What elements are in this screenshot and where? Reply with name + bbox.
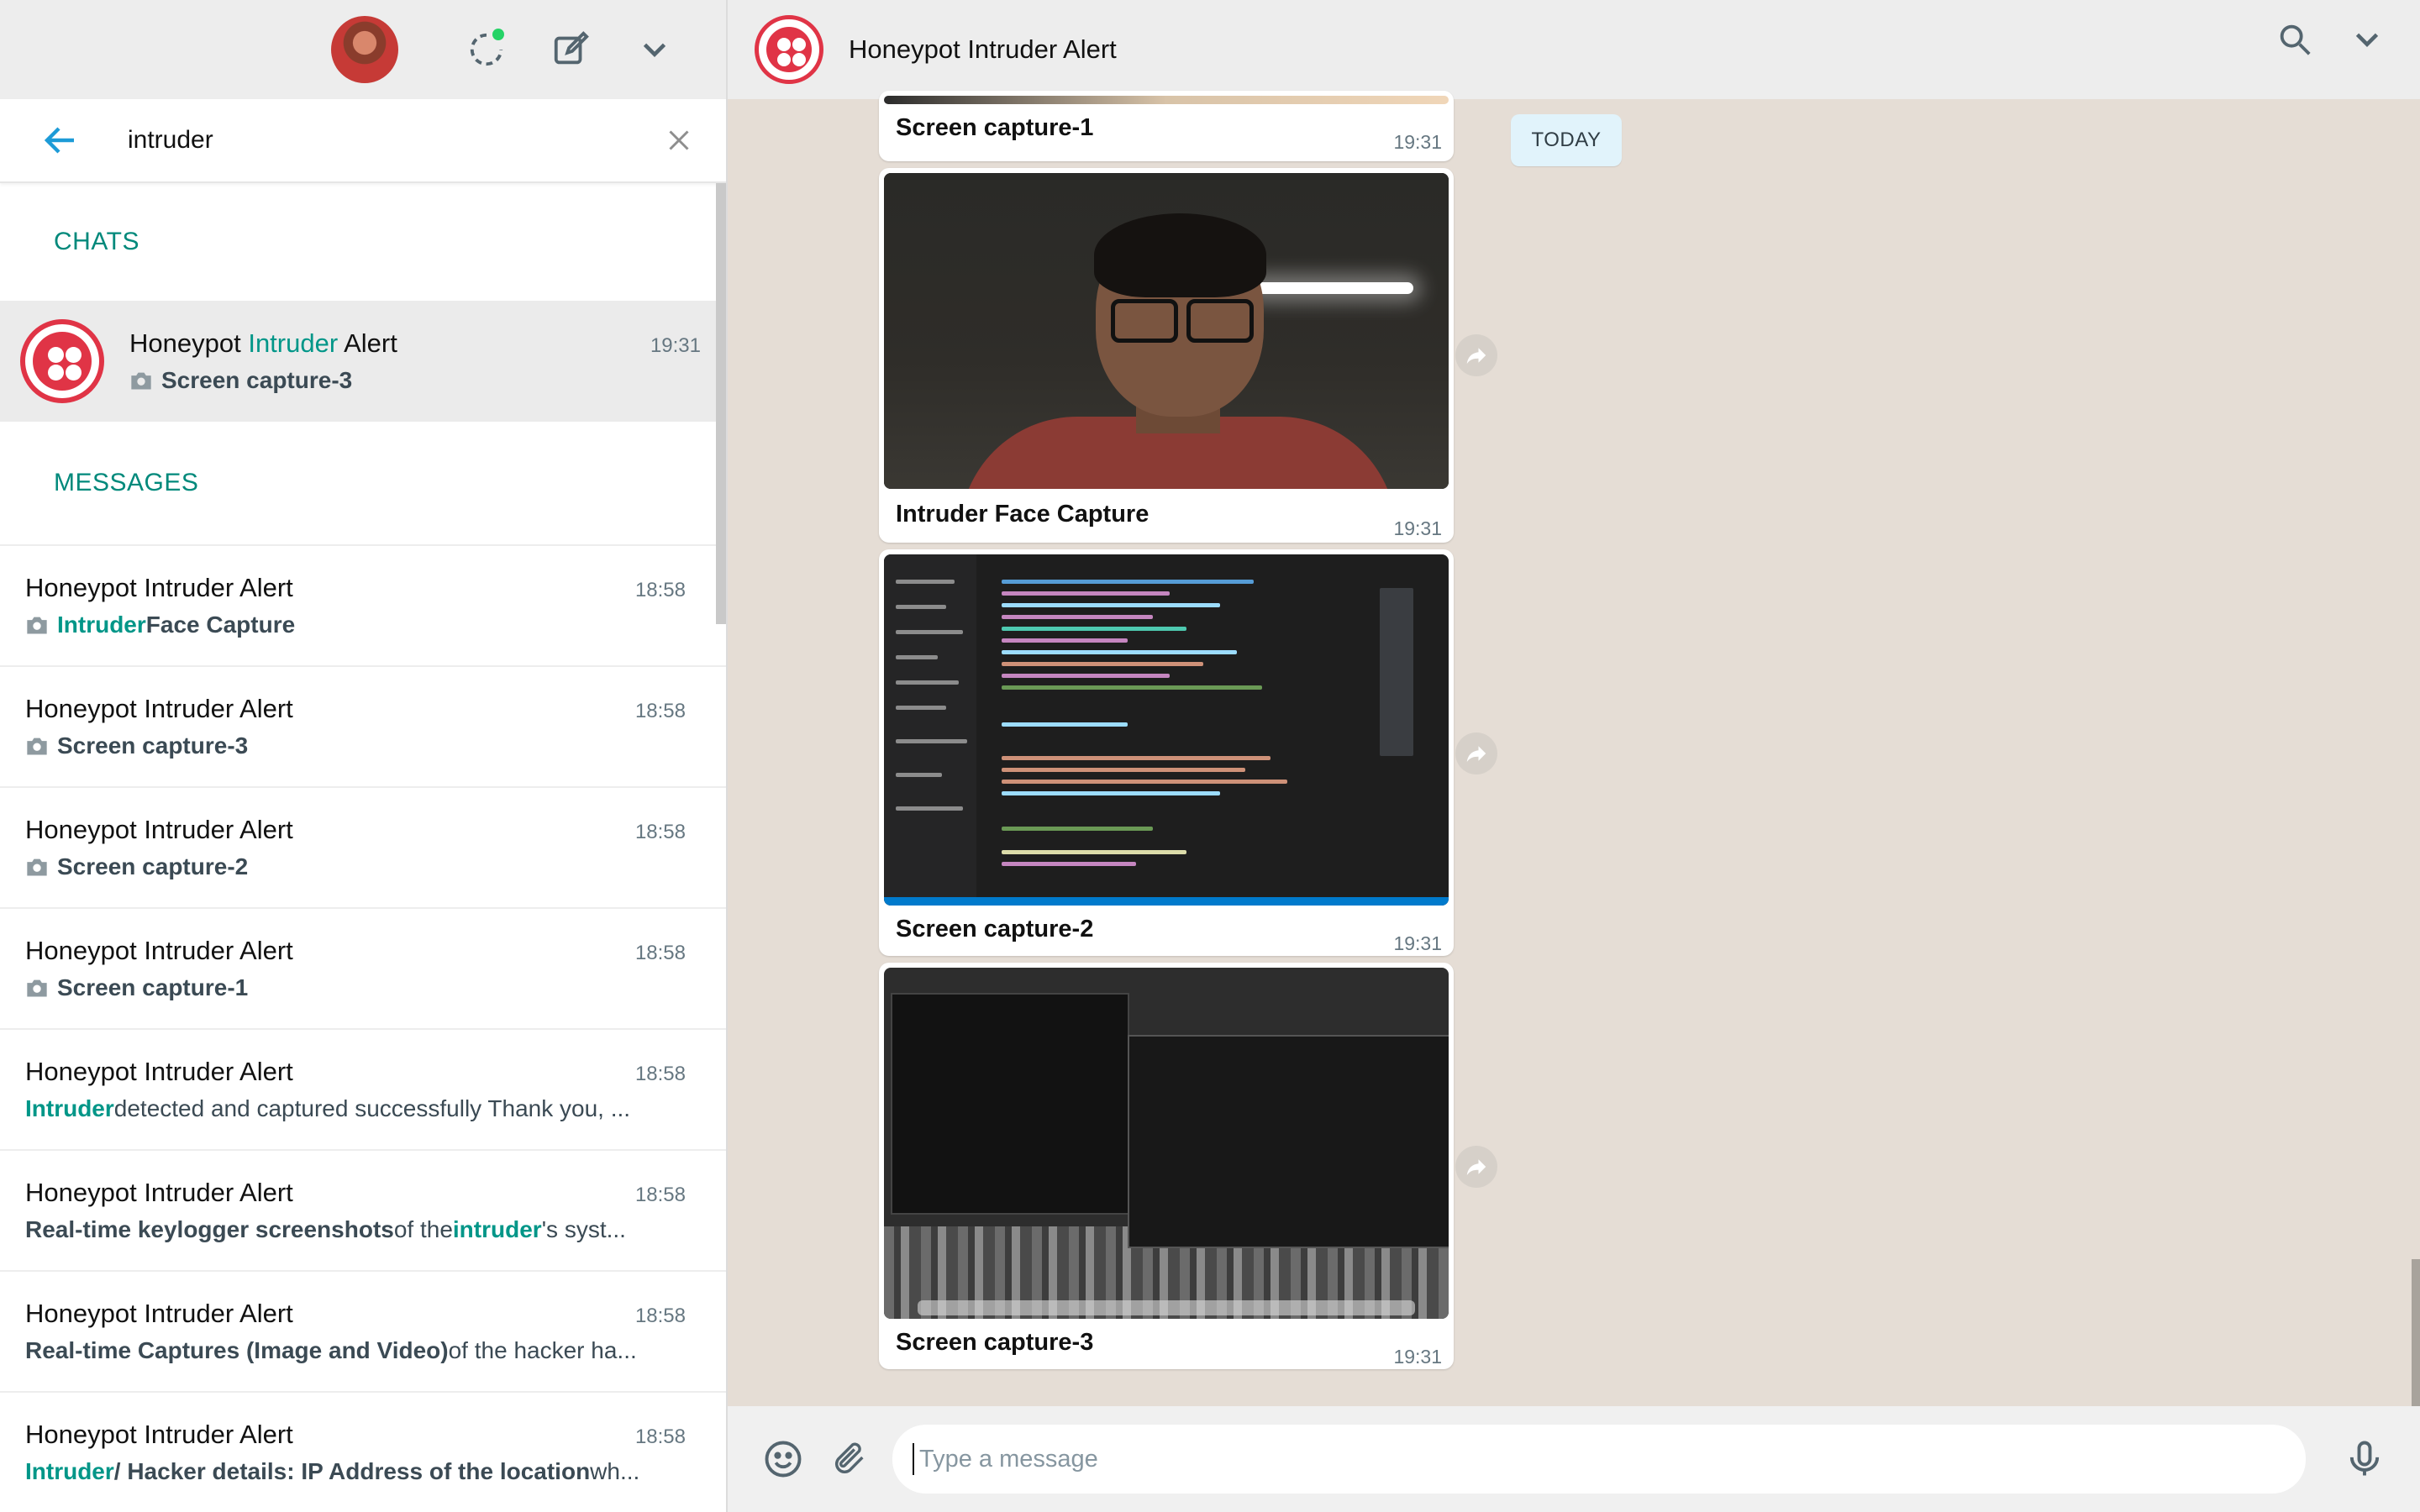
camera-icon	[27, 738, 47, 755]
message-result-name: Honeypot Intruder Alert	[25, 573, 293, 602]
twilio-logo-icon	[20, 319, 104, 403]
back-arrow-icon[interactable]	[40, 120, 81, 160]
conversation-header[interactable]: Honeypot Intruder Alert	[728, 0, 2420, 99]
message-area[interactable]: TODAY Screen capture-1 19:31 Intruder Fa…	[728, 91, 2420, 1406]
message-result-time: 18:58	[634, 1305, 686, 1327]
message-result-item[interactable]: Honeypot Intruder Alert 18:58 Real-time …	[0, 1151, 726, 1272]
message-result-snippet: Screen capture-3	[25, 732, 686, 759]
avatar[interactable]	[331, 16, 398, 83]
message-result-snippet: Intruder / Hacker details: IP Address of …	[25, 1458, 640, 1484]
message-result-name: Honeypot Intruder Alert	[25, 1420, 293, 1449]
message-input[interactable]: Type a message	[892, 1425, 2306, 1494]
section-title-chats: CHATS	[54, 228, 139, 255]
message-result-time: 18:58	[634, 821, 686, 843]
status-dot	[492, 29, 504, 40]
forward-icon[interactable]	[1455, 1146, 1497, 1188]
search-icon[interactable]	[2275, 20, 2314, 59]
camera-icon	[27, 617, 47, 634]
date-badge: TODAY	[1511, 114, 1622, 166]
image-thumbnail[interactable]	[884, 968, 1449, 1319]
sidebar-header	[0, 0, 726, 99]
close-icon[interactable]	[664, 125, 694, 155]
message-result-item[interactable]: Honeypot Intruder Alert 18:58 Screen cap…	[0, 667, 726, 788]
image-thumbnail[interactable]	[884, 173, 1449, 489]
chevron-down-icon[interactable]	[625, 20, 684, 79]
chevron-down-icon[interactable]	[2348, 20, 2386, 59]
twilio-logo-icon	[755, 15, 823, 84]
image-message[interactable]: Screen capture-3 19:31	[879, 963, 1454, 1369]
message-result-item[interactable]: Honeypot Intruder Alert 18:58 Intruder / …	[0, 1393, 726, 1512]
image-message[interactable]: Screen capture-2 19:31	[879, 549, 1454, 956]
message-result-time: 18:58	[634, 1184, 686, 1206]
message-result-snippet: Intruder detected and captured successfu…	[25, 1095, 631, 1121]
image-thumbnail[interactable]	[884, 554, 1449, 906]
attach-icon[interactable]	[830, 1440, 869, 1478]
text-caret	[913, 1443, 914, 1475]
message-result-name: Honeypot Intruder Alert	[25, 1178, 293, 1207]
scrollbar[interactable]	[2412, 1259, 2420, 1406]
forward-icon[interactable]	[1455, 334, 1497, 376]
message-time: 19:31	[1393, 932, 1442, 954]
conversation-title: Honeypot Intruder Alert	[849, 34, 1117, 64]
chat-preview: Screen capture-3	[161, 367, 353, 393]
message-result-time: 18:58	[634, 700, 686, 722]
image-message[interactable]: Screen capture-1 19:31	[879, 91, 1454, 161]
status-icon[interactable]	[457, 20, 516, 79]
search-input[interactable]	[126, 125, 664, 155]
message-result-item[interactable]: Honeypot Intruder Alert 18:58 Intruder d…	[0, 1030, 726, 1151]
message-result-item[interactable]: Honeypot Intruder Alert 18:58 Screen cap…	[0, 909, 726, 1030]
new-chat-icon[interactable]	[541, 20, 600, 79]
forward-icon[interactable]	[1455, 732, 1497, 774]
sidebar: CHATS Honeypot Intruder Alert 19:31 Scre…	[0, 0, 728, 1512]
message-result-name: Honeypot Intruder Alert	[25, 936, 293, 965]
camera-icon	[27, 979, 47, 997]
conversation-panel: Honeypot Intruder Alert TODAY Screen cap…	[728, 0, 2420, 1512]
image-caption: Screen capture-3	[896, 1329, 1094, 1356]
search-bar	[0, 99, 726, 183]
message-result-time: 18:58	[634, 942, 686, 964]
image-message[interactable]: Intruder Face Capture 19:31	[879, 168, 1454, 543]
camera-icon	[27, 858, 47, 876]
camera-icon	[131, 372, 151, 390]
message-time: 19:31	[1393, 1346, 1442, 1368]
image-thumbnail[interactable]	[884, 96, 1449, 104]
message-results-list: Honeypot Intruder Alert 18:58 Intruder F…	[0, 544, 726, 1512]
message-result-snippet: Screen capture-2	[25, 853, 686, 880]
message-result-item[interactable]: Honeypot Intruder Alert 18:58 Real-time …	[0, 1272, 726, 1393]
chat-result-item[interactable]: Honeypot Intruder Alert 19:31 Screen cap…	[0, 301, 726, 422]
message-result-name: Honeypot Intruder Alert	[25, 1057, 293, 1086]
message-input-placeholder: Type a message	[919, 1445, 1098, 1473]
scrollbar[interactable]	[716, 183, 726, 624]
message-result-name: Honeypot Intruder Alert	[25, 815, 293, 844]
message-result-name: Honeypot Intruder Alert	[25, 694, 293, 723]
message-time: 19:31	[1393, 517, 1442, 539]
message-result-snippet: Real-time Captures (Image and Video) of …	[25, 1337, 637, 1363]
image-caption: Screen capture-1	[896, 114, 1094, 141]
emoji-icon[interactable]	[761, 1437, 805, 1481]
message-result-name: Honeypot Intruder Alert	[25, 1299, 293, 1328]
chat-time: 19:31	[650, 334, 701, 357]
message-result-time: 18:58	[634, 1425, 686, 1448]
image-caption: Intruder Face Capture	[896, 501, 1150, 528]
message-result-item[interactable]: Honeypot Intruder Alert 18:58 Intruder F…	[0, 546, 726, 667]
message-result-time: 18:58	[634, 1063, 686, 1085]
message-result-snippet: Intruder Face Capture	[25, 612, 686, 638]
chat-name: Honeypot Intruder Alert	[129, 328, 397, 358]
message-result-time: 18:58	[634, 579, 686, 601]
section-title-messages: MESSAGES	[54, 469, 199, 496]
composer: Type a message	[728, 1406, 2420, 1512]
message-result-snippet: Real-time keylogger screenshots of the i…	[25, 1216, 626, 1242]
message-time: 19:31	[1393, 131, 1442, 153]
message-result-item[interactable]: Honeypot Intruder Alert 18:58 Screen cap…	[0, 788, 726, 909]
image-caption: Screen capture-2	[896, 916, 1094, 942]
microphone-icon[interactable]	[2343, 1437, 2386, 1481]
message-result-snippet: Screen capture-1	[25, 974, 686, 1001]
